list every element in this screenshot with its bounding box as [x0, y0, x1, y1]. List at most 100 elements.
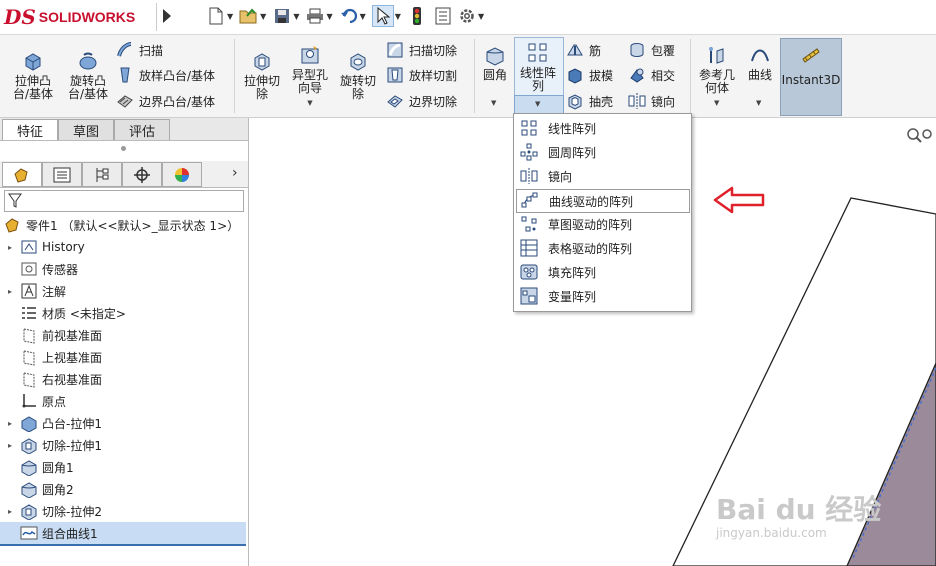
feature-manager-tab-icon[interactable]: [2, 162, 42, 187]
tree-item[interactable]: 材质 <未指定>: [0, 302, 246, 324]
mirror-button[interactable]: 镜向: [628, 90, 675, 112]
chevron-right-icon[interactable]: ›: [232, 165, 238, 181]
draft-button[interactable]: 拔模: [566, 64, 613, 86]
expand-arrow-icon[interactable]: ▸: [8, 441, 16, 450]
curves-button[interactable]: 曲线: [744, 43, 776, 82]
tree-item[interactable]: ▸ 切除-拉伸1: [0, 434, 246, 456]
expand-arrow-icon[interactable]: ▸: [8, 243, 16, 252]
chevron-down-icon[interactable]: ▼: [360, 12, 366, 21]
tree-item[interactable]: 上视基准面: [0, 346, 246, 368]
extrude-boss-button[interactable]: 拉伸凸 台/基体: [10, 49, 56, 101]
menu-expand-arrow-icon[interactable]: [163, 9, 171, 23]
configuration-manager-tab-icon[interactable]: [82, 162, 122, 187]
swept-cut-button[interactable]: 扫描切除: [386, 39, 457, 61]
display-manager-tab-icon[interactable]: [162, 162, 202, 187]
chevron-down-icon[interactable]: ▼: [491, 99, 496, 107]
fill-pattern-icon: [520, 264, 538, 280]
tree-filter-input[interactable]: [4, 190, 244, 212]
menu-item-sketch-driven-pattern[interactable]: 草图驱动的阵列: [516, 213, 688, 235]
solidworks-logo[interactable]: DS SOLIDWORKS: [4, 3, 157, 31]
menu-item-curve-driven-pattern[interactable]: 曲线驱动的阵列: [516, 189, 690, 213]
gear-icon[interactable]: [457, 6, 477, 26]
reference-geometry-button[interactable]: 参考几 何体: [694, 43, 740, 95]
new-document-icon[interactable]: [206, 6, 226, 26]
zoom-to-fit-icon[interactable]: [905, 126, 933, 146]
revolve-cut-button[interactable]: 旋转切 除: [336, 49, 380, 101]
chevron-down-icon[interactable]: ▼: [714, 99, 719, 107]
tree-root-label: 零件1 （默认<<默认>_显示状态 1>）: [26, 218, 240, 233]
rib-button[interactable]: 筋: [566, 39, 601, 61]
lofted-cut-button[interactable]: 放样切割: [386, 64, 457, 86]
tree-item[interactable]: 右视基准面: [0, 368, 246, 390]
save-icon[interactable]: [272, 6, 292, 26]
dimxpert-manager-tab-icon[interactable]: [122, 162, 162, 187]
tree-item[interactable]: 前视基准面: [0, 324, 246, 346]
chevron-down-icon[interactable]: ▼: [478, 12, 484, 21]
fillet-button[interactable]: 圆角: [479, 43, 511, 82]
swept-cut-label: 扫描切除: [409, 43, 458, 58]
print-icon[interactable]: [305, 6, 325, 26]
chevron-down-icon[interactable]: ▼: [326, 12, 332, 21]
tree-item[interactable]: ▸ 注解: [0, 280, 246, 302]
boundary-cut-button[interactable]: 边界切除: [386, 90, 457, 112]
hole-wizard-button[interactable]: 异型孔 向导 ▼: [288, 43, 332, 110]
chevron-down-icon[interactable]: ▼: [227, 12, 233, 21]
intersect-button[interactable]: 相交: [628, 64, 675, 86]
loft-boss-button[interactable]: 放样凸台/基体: [116, 64, 215, 86]
chevron-down-icon[interactable]: ▼: [307, 97, 312, 110]
menu-item-fill-pattern[interactable]: 填充阵列: [516, 261, 688, 283]
menu-item-mirror[interactable]: 镜向: [516, 165, 688, 187]
chevron-down-icon[interactable]: ▼: [395, 12, 401, 21]
menu-item-circular-pattern[interactable]: 圆周阵列: [516, 141, 688, 163]
extrude-cut-button[interactable]: 拉伸切 除: [240, 49, 284, 101]
tree-item-label: 注解: [42, 284, 67, 299]
menu-item-linear-pattern[interactable]: 线性阵列: [516, 117, 688, 139]
expand-arrow-icon[interactable]: ▸: [8, 507, 16, 516]
intersect-icon: [630, 68, 644, 83]
file-properties-icon[interactable]: [433, 6, 453, 26]
tree-item[interactable]: 原点: [0, 390, 246, 412]
tree-item[interactable]: ▸ 凸台-拉伸1: [0, 412, 246, 434]
rebuild-traffic-light-icon[interactable]: [407, 6, 427, 26]
wrap-icon: [630, 43, 644, 57]
expand-arrow-icon[interactable]: ▸: [8, 419, 16, 428]
tree-item-label: History: [42, 240, 85, 254]
revolve-boss-button[interactable]: 旋转凸 台/基体: [64, 49, 112, 101]
ribbon-divider: [474, 39, 475, 113]
plane-icon: [23, 350, 35, 366]
wrap-button[interactable]: 包覆: [628, 39, 675, 61]
mirror-label: 镜向: [651, 94, 676, 109]
linear-pattern-dropdown-button[interactable]: ▼: [514, 95, 564, 115]
tree-item[interactable]: 传感器: [0, 258, 246, 280]
chevron-down-icon[interactable]: ▼: [756, 99, 761, 107]
panel-resize-grip[interactable]: [121, 146, 126, 151]
chevron-down-icon[interactable]: ▼: [535, 100, 540, 108]
tab-evaluate[interactable]: 评估: [114, 119, 170, 140]
chevron-down-icon[interactable]: ▼: [293, 12, 299, 21]
tree-item[interactable]: ▸ History: [0, 236, 246, 258]
boundary-boss-button[interactable]: 边界凸台/基体: [116, 90, 215, 112]
shell-button[interactable]: 抽壳: [566, 90, 613, 112]
tab-features[interactable]: 特征: [2, 119, 58, 140]
tree-item[interactable]: 圆角1: [0, 456, 246, 478]
tree-root-part[interactable]: 零件1 （默认<<默认>_显示状态 1>）: [0, 214, 246, 236]
tree-item-label: 凸台-拉伸1: [42, 416, 102, 431]
select-pointer-icon[interactable]: [371, 5, 394, 27]
chevron-down-icon[interactable]: ▼: [260, 12, 266, 21]
menu-item-variable-pattern[interactable]: 变量阵列: [516, 285, 688, 307]
tree-item[interactable]: ▸ 切除-拉伸2: [0, 500, 246, 522]
tree-item[interactable]: 组合曲线1: [0, 522, 246, 546]
boss-extrude-icon: [21, 416, 37, 432]
tree-item[interactable]: 圆角2: [0, 478, 246, 500]
tree-item-label: 右视基准面: [42, 372, 103, 387]
menu-item-table-driven-pattern[interactable]: 表格驱动的阵列: [516, 237, 688, 259]
expand-arrow-icon[interactable]: ▸: [8, 287, 16, 296]
manager-tabs: ›: [0, 161, 248, 188]
property-manager-tab-icon[interactable]: [42, 162, 82, 187]
sweep-button[interactable]: 扫描: [116, 39, 163, 61]
undo-icon[interactable]: [339, 6, 359, 26]
revolve-cut-icon: [350, 53, 366, 71]
instant3d-button[interactable]: Instant3D: [780, 38, 842, 116]
tab-sketch[interactable]: 草图: [58, 119, 114, 140]
open-folder-icon[interactable]: [239, 6, 259, 26]
